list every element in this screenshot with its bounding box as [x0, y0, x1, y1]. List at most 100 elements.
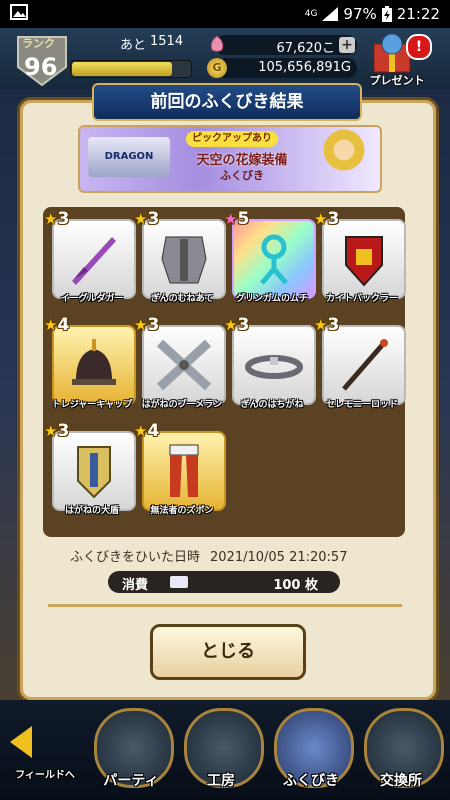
silver-breastplate-icon	[161, 236, 207, 284]
draw-datetime: ふくびきをひいた日時 2021/10/05 21:20:57	[70, 546, 347, 565]
item-frame	[232, 325, 316, 405]
item-name: ぎんのむねあて	[150, 294, 214, 304]
boomerang-icon	[156, 339, 212, 391]
item-frame	[52, 325, 136, 405]
treasure-cap-icon	[72, 339, 116, 385]
item-frame	[142, 431, 226, 511]
pants-icon	[169, 444, 199, 497]
item-name: はがねのブーメラン	[141, 400, 223, 410]
item-name: イーグルダガー	[60, 294, 124, 304]
clock: 21:22	[396, 5, 440, 23]
present-label: プレゼント	[369, 74, 425, 87]
item-name: 無法者のズボン	[150, 506, 214, 516]
result-item[interactable]: ★3 はがねの大盾	[44, 421, 136, 523]
bride-character-image	[312, 129, 376, 189]
item-frame	[232, 219, 316, 299]
add-gems-button[interactable]: +	[339, 37, 355, 53]
stamina-value: 1514	[150, 34, 184, 49]
draw-datetime-label: ふくびきをひいた日時	[70, 550, 201, 565]
cost-value: 100 枚	[273, 578, 318, 593]
item-frame	[322, 219, 406, 299]
result-item[interactable]: ★3 はがねのブーメラン	[134, 315, 226, 417]
result-item[interactable]: ★4 無法者のズボン	[134, 421, 226, 523]
item-frame	[52, 219, 136, 299]
item-name: セレモニーロッド	[325, 400, 398, 410]
rarity-stars: ★3	[44, 209, 70, 229]
ticket-cost: 消費 100 枚	[108, 571, 340, 593]
headband-icon	[245, 355, 303, 379]
gold-coin-icon: G	[207, 58, 227, 78]
draw-datetime-value: 2021/10/05 21:20:57	[210, 550, 348, 565]
item-name: カイトバックラー	[325, 294, 398, 304]
gold-value: 105,656,891G	[258, 60, 351, 75]
signal-icon	[322, 7, 339, 21]
rod-icon	[342, 339, 388, 391]
item-frame	[52, 431, 136, 511]
game-logo: DRAGON QUEST V	[88, 137, 170, 177]
pickup-badge: ピックアップあり	[186, 131, 278, 147]
battery-charging-icon	[381, 6, 392, 22]
result-item[interactable]: ★4 トレジャーキャップ	[44, 315, 136, 417]
gem-counter: 67,620こ +	[210, 35, 357, 56]
exp-bar-fill	[72, 62, 172, 76]
rank-value: 96	[24, 53, 58, 81]
exp-bar	[70, 60, 192, 78]
result-item[interactable]: ★3 イーグルダガー	[44, 209, 136, 311]
close-button[interactable]: とじる	[150, 624, 306, 680]
item-name: ぎんのはちがね	[240, 400, 304, 410]
rarity-stars: ★4	[134, 421, 160, 441]
rank-label: ランク	[22, 37, 55, 50]
dagger-icon	[72, 237, 116, 285]
nav-lottery-button[interactable]: ふくびき	[270, 708, 354, 794]
nav-label: ふくびき	[283, 773, 339, 789]
item-frame	[142, 219, 226, 299]
result-item[interactable]: ★3 カイトバックラー	[314, 209, 406, 311]
bottom-nav: フィールドへ パーティ 工房 ふくびき 交換所	[0, 700, 450, 800]
item-frame	[142, 325, 226, 405]
network-type: 4G	[304, 8, 318, 19]
nav-label: 交換所	[380, 773, 422, 789]
gold-counter: G 105,656,891G	[207, 58, 357, 78]
kite-shield-icon	[345, 236, 383, 287]
nav-label: パーティ	[103, 773, 159, 789]
item-name: トレジャーキャップ	[51, 400, 133, 410]
banner-title: 天空の花嫁装備	[196, 153, 288, 168]
rarity-stars: ★3	[314, 315, 340, 335]
ticket-icon	[170, 576, 188, 588]
rarity-stars: ★4	[44, 315, 70, 335]
rarity-stars: ★3	[44, 421, 70, 441]
nav-workshop-button[interactable]: 工房	[180, 708, 264, 794]
nav-label: 工房	[207, 773, 235, 789]
nav-party-button[interactable]: パーティ	[90, 708, 174, 794]
result-grid: ★3 イーグルダガー ★3 ぎんのむねあて ★5 グリンガムのムチ ★3 カイト…	[43, 207, 406, 537]
nav-label: フィールドへ	[15, 770, 75, 781]
battery-percent: 97%	[343, 5, 377, 23]
result-item[interactable]: ★3 セレモニーロッド	[314, 315, 406, 417]
nav-field-button[interactable]: フィールドへ	[4, 708, 86, 794]
banner-subtitle: ふくびき	[220, 169, 264, 182]
player-header: ランク 96 あと 1514 67,620こ + G 105,656,891G …	[0, 28, 450, 90]
great-shield-icon	[77, 446, 111, 499]
gem-icon	[210, 35, 224, 52]
result-item[interactable]: ★3 ぎんのむねあて	[134, 209, 226, 311]
item-frame	[322, 325, 406, 405]
present-button[interactable]: ! プレゼント	[362, 30, 442, 90]
item-name: グリンガムのムチ	[235, 294, 308, 304]
dialog-title: 前回のふくびき結果	[92, 83, 362, 121]
rarity-stars: ★3	[134, 315, 160, 335]
rarity-stars: ★3	[134, 209, 160, 229]
rarity-stars: ★5	[224, 209, 250, 229]
status-bar: 4G 97% 21:22	[0, 0, 450, 28]
present-alert-badge: !	[406, 34, 432, 60]
rank-badge[interactable]: ランク 96	[14, 33, 70, 87]
rarity-stars: ★3	[224, 315, 250, 335]
gallery-icon	[10, 4, 28, 20]
ornament-divider	[48, 604, 402, 607]
result-item[interactable]: ★3 ぎんのはちがね	[224, 315, 316, 417]
whip-icon	[260, 234, 288, 285]
nav-exchange-button[interactable]: 交換所	[360, 708, 444, 794]
cost-label: 消費	[122, 578, 149, 593]
result-item[interactable]: ★5 グリンガムのムチ	[224, 209, 316, 311]
rarity-stars: ★3	[314, 209, 340, 229]
field-arrow-icon	[10, 726, 32, 758]
